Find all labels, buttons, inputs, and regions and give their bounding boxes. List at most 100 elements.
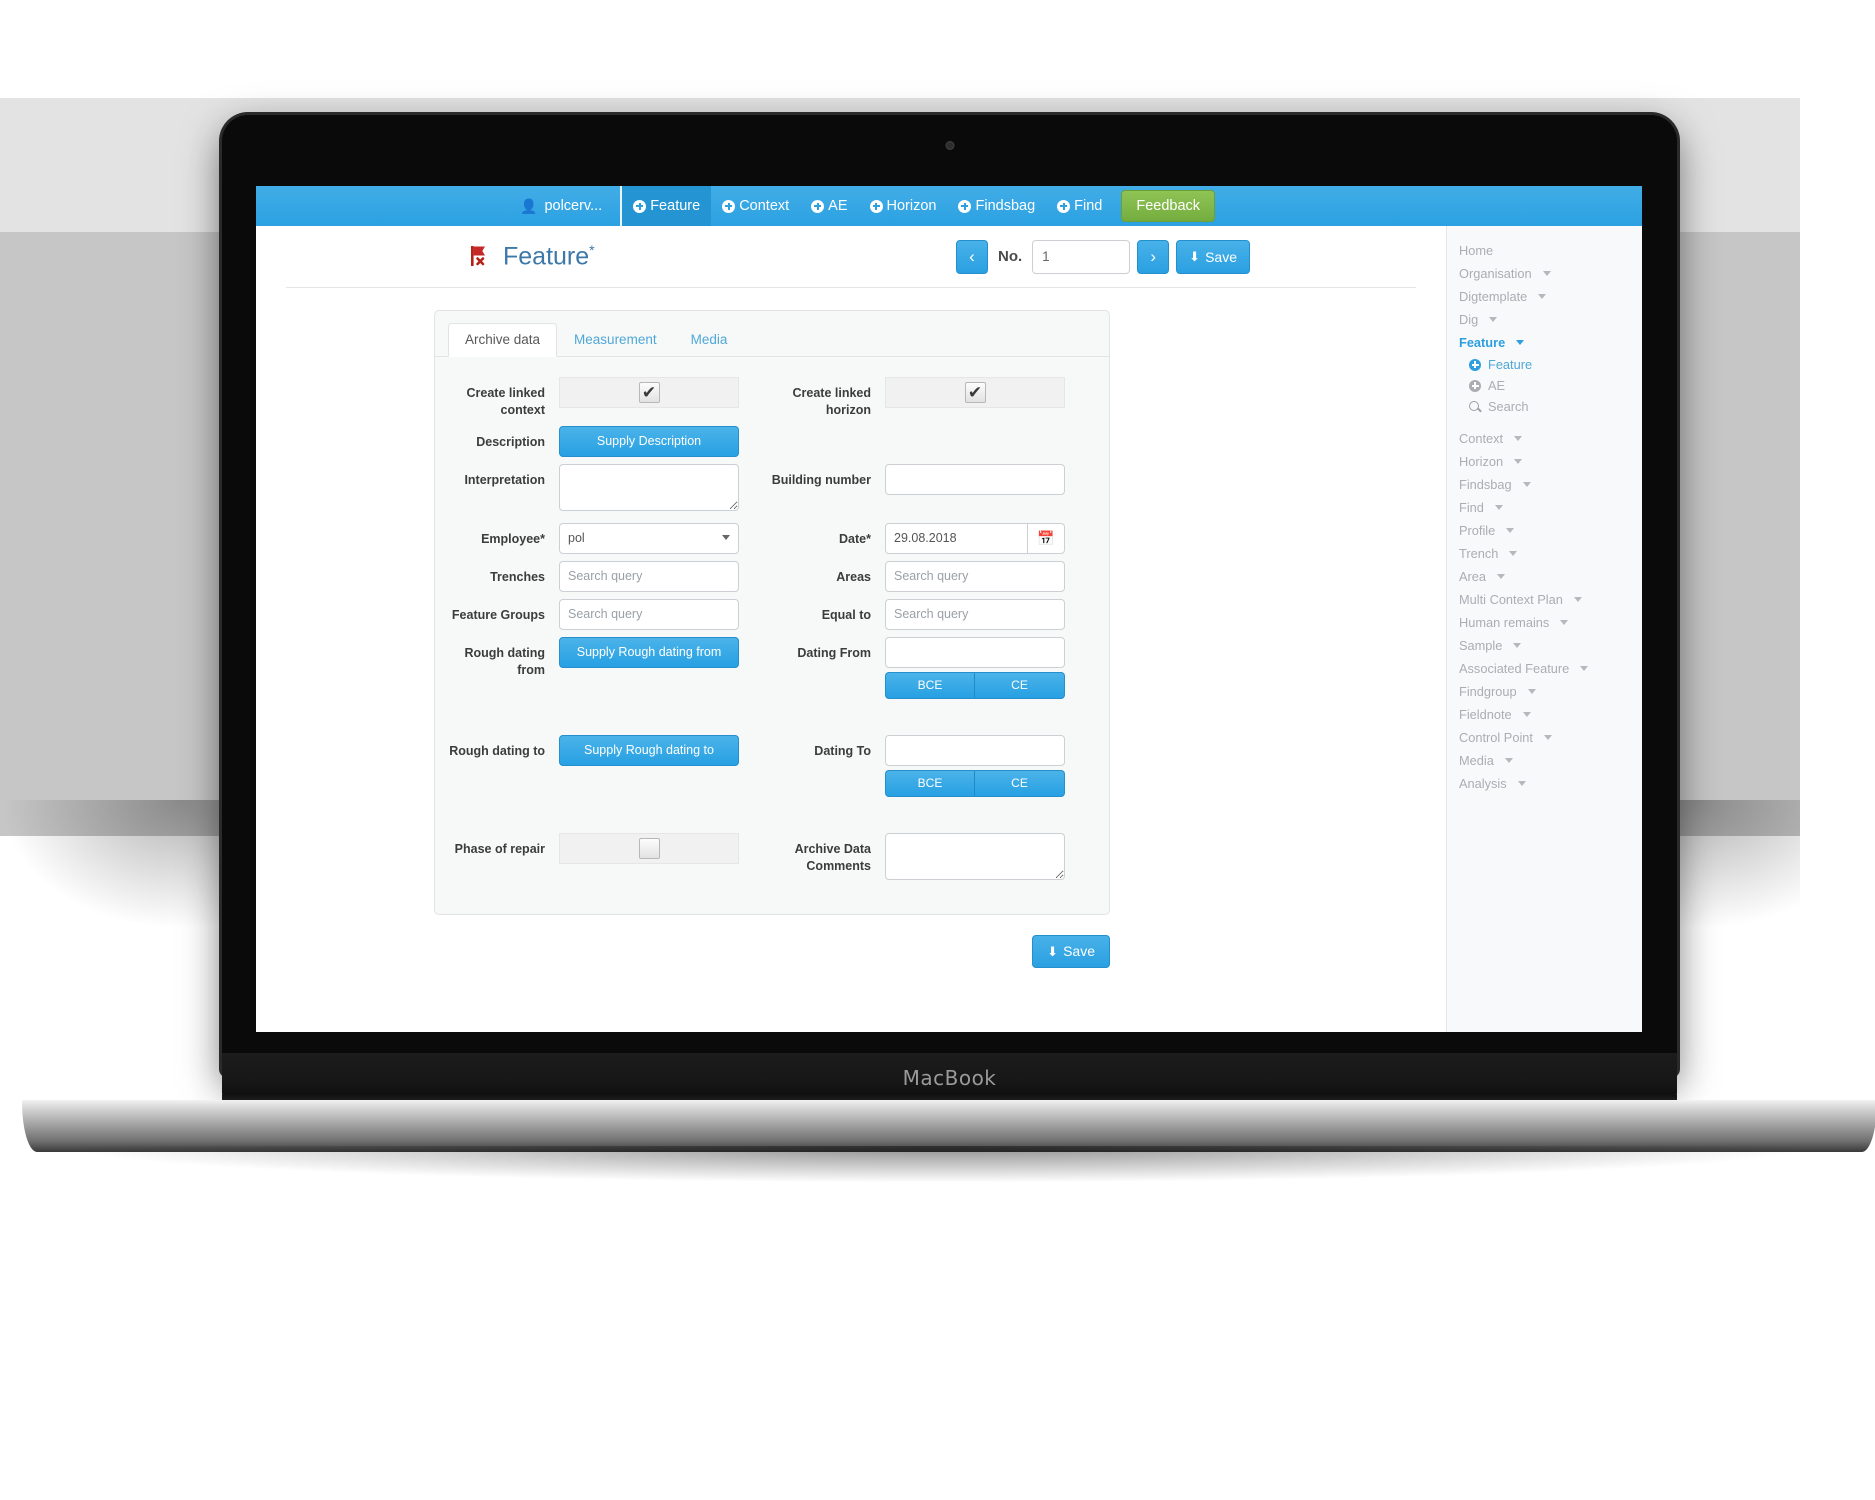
- equal-to-search-input[interactable]: [885, 598, 1065, 630]
- chevron-down-icon: [1542, 271, 1551, 276]
- sidebar-item-area[interactable]: Area: [1447, 565, 1642, 588]
- save-button-top[interactable]: ⬇ Save: [1176, 239, 1250, 274]
- feedback-button[interactable]: Feedback: [1121, 190, 1216, 222]
- sidebar-subitem-search[interactable]: Search: [1447, 396, 1642, 417]
- nav-item-find[interactable]: Find: [1046, 186, 1113, 226]
- sidebar-item-findgroup[interactable]: Findgroup: [1447, 680, 1642, 703]
- sidebar-item-label: Findgroup: [1459, 684, 1517, 699]
- dating-to-ce-button[interactable]: CE: [975, 769, 1065, 797]
- field-label: Rough dating to: [449, 743, 545, 758]
- nav-item-label: AE: [828, 198, 848, 214]
- sidebar-item-media[interactable]: Media: [1447, 749, 1642, 772]
- feature-groups-search-input[interactable]: [559, 598, 739, 630]
- field-control: [885, 598, 1065, 630]
- interpretation-textarea[interactable]: [559, 463, 739, 511]
- tab-archive-data[interactable]: Archive data: [448, 323, 558, 357]
- dating-from-input[interactable]: [885, 636, 1065, 668]
- sidebar-item-multi-context-plan[interactable]: Multi Context Plan: [1447, 588, 1642, 611]
- search-icon: [1469, 400, 1481, 413]
- sidebar-item-find[interactable]: Find: [1447, 496, 1642, 519]
- form-row-employee-date: Employee* pol Date* 29.08.2018 📅: [435, 522, 1087, 554]
- tab-bar: Archive data Measurement Media: [435, 311, 1109, 357]
- next-record-button[interactable]: ›: [1137, 239, 1170, 274]
- webcam-icon: [945, 141, 954, 150]
- dating-from-bce-button[interactable]: BCE: [885, 671, 975, 699]
- supply-description-button[interactable]: Supply Description: [559, 425, 739, 457]
- building-number-input[interactable]: [885, 463, 1065, 495]
- sidebar-item-label: Home: [1459, 243, 1494, 258]
- nav-item-ae[interactable]: AE: [800, 186, 858, 226]
- sidebar-item-label: Findsbag: [1459, 477, 1512, 492]
- sidebar-item-context[interactable]: Context: [1447, 427, 1642, 450]
- areas-search-input[interactable]: [885, 560, 1065, 592]
- field-control: [559, 463, 739, 516]
- user-icon: 👤: [520, 198, 538, 214]
- save-button-label: Save: [1205, 248, 1237, 265]
- previous-record-button[interactable]: ‹: [956, 239, 988, 274]
- navbar-spacer: [256, 186, 514, 226]
- sidebar-item-feature[interactable]: Feature: [1447, 331, 1642, 354]
- nav-item-label: Horizon: [886, 198, 937, 214]
- record-number-input[interactable]: [1032, 239, 1131, 274]
- form-row-phase-comments: Phase of repair Archive Data Comments: [435, 832, 1087, 885]
- save-button-bottom[interactable]: ⬇ Save: [1032, 934, 1110, 968]
- create-linked-horizon-checkbox[interactable]: ✔: [964, 382, 986, 403]
- sidebar-item-horizon[interactable]: Horizon: [1447, 450, 1642, 473]
- sidebar-item-organisation[interactable]: Organisation: [1447, 262, 1642, 285]
- date-input-group: 📅: [885, 522, 1065, 554]
- sidebar-subitem-feature[interactable]: Feature: [1447, 354, 1642, 375]
- download-icon: ⬇: [1189, 249, 1201, 264]
- field-label: Equal to: [821, 607, 871, 622]
- sidebar-item-analysis[interactable]: Analysis: [1447, 772, 1642, 795]
- field-control: [559, 560, 739, 592]
- phase-of-repair-checkbox[interactable]: [638, 837, 660, 859]
- field-label: Phase of repair: [454, 841, 545, 856]
- archive-data-comments-textarea[interactable]: [885, 832, 1065, 880]
- navbar-user[interactable]: 👤 polcerv...: [514, 186, 623, 226]
- field-control: 📅: [885, 522, 1065, 554]
- sidebar-item-fieldnote[interactable]: Fieldnote: [1447, 703, 1642, 726]
- sidebar-subitem-label: Search: [1488, 399, 1529, 414]
- sidebar-item-profile[interactable]: Profile: [1447, 519, 1642, 542]
- tab-measurement[interactable]: Measurement: [557, 323, 674, 357]
- nav-item-context[interactable]: Context: [711, 186, 800, 226]
- sidebar-item-findsbag[interactable]: Findsbag: [1447, 473, 1642, 496]
- main-content: Feature* ‹ No. › ⬇ Save: [256, 226, 1446, 1032]
- trenches-search-input[interactable]: [559, 560, 739, 592]
- dating-to-input[interactable]: [885, 734, 1065, 766]
- sidebar-item-control-point[interactable]: Control Point: [1447, 726, 1642, 749]
- field-control: [885, 832, 1065, 885]
- sidebar-subitem-ae[interactable]: AE: [1447, 375, 1642, 396]
- nav-item-feature[interactable]: Feature: [622, 186, 712, 226]
- sidebar-item-sample[interactable]: Sample: [1447, 634, 1642, 657]
- chevron-down-icon: [1560, 620, 1569, 625]
- sidebar-item-trench[interactable]: Trench: [1447, 542, 1642, 565]
- sidebar-item-dig[interactable]: Dig: [1447, 308, 1642, 331]
- page-title: Feature*: [503, 242, 595, 271]
- field-label: Feature Groups: [451, 607, 545, 622]
- field-areas: Areas: [761, 560, 1087, 592]
- supply-rough-dating-to-button[interactable]: Supply Rough dating to: [559, 734, 739, 766]
- sidebar-item-digtemplate[interactable]: Digtemplate: [1447, 285, 1642, 308]
- supply-rough-dating-from-button[interactable]: Supply Rough dating from: [559, 636, 739, 668]
- field-label: Building number: [771, 472, 871, 487]
- nav-item-findsbag[interactable]: Findsbag: [947, 186, 1046, 226]
- tab-media[interactable]: Media: [674, 323, 745, 357]
- field-rough-dating-to: Rough dating to Supply Rough dating to: [435, 734, 761, 797]
- field-label: Dating To: [814, 743, 871, 758]
- date-input[interactable]: [885, 522, 1027, 554]
- nav-item-horizon[interactable]: Horizon: [859, 186, 948, 226]
- sidebar-item-human-remains[interactable]: Human remains: [1447, 611, 1642, 634]
- field-create-linked-horizon: Create linked horizon ✔: [761, 377, 1087, 419]
- dating-to-bce-button[interactable]: BCE: [885, 769, 975, 797]
- nav-item-label: Findsbag: [975, 198, 1036, 214]
- dating-from-ce-button[interactable]: CE: [975, 671, 1065, 699]
- sidebar-item-home[interactable]: Home: [1447, 239, 1642, 262]
- chevron-down-icon: [1573, 597, 1582, 602]
- sidebar-item-associated-feature[interactable]: Associated Feature: [1447, 657, 1642, 680]
- create-linked-context-checkbox[interactable]: ✔: [638, 382, 660, 403]
- calendar-icon[interactable]: 📅: [1027, 522, 1065, 554]
- employee-select[interactable]: pol: [559, 522, 739, 554]
- field-label-empty: [761, 426, 885, 434]
- field-employee: Employee* pol: [435, 522, 761, 554]
